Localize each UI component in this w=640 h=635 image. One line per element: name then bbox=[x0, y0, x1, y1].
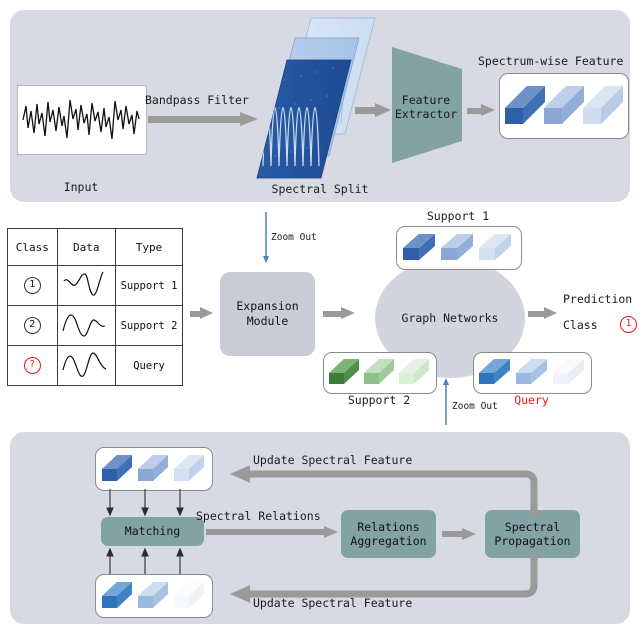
zoom-out-top-label: Zoom Out bbox=[271, 232, 317, 243]
row-type-3: Query bbox=[115, 345, 183, 386]
spectral-propagation-box[interactable]: Spectral Propagation bbox=[485, 510, 580, 558]
waveform-2-icon bbox=[62, 314, 106, 337]
table-header-data: Data bbox=[56, 228, 117, 266]
matching-top-cube-box bbox=[95, 447, 213, 491]
class-data-table: Class Data Type 1 Support 1 2 Support 2 … bbox=[7, 228, 183, 386]
matching-label: Matching bbox=[124, 524, 181, 539]
graph-networks-label: Graph Networks bbox=[401, 311, 499, 325]
update-top-label: Update Spectral Feature bbox=[253, 453, 413, 467]
row-data-1 bbox=[56, 265, 117, 306]
spectral-propagation-label: Spectral Propagation bbox=[494, 519, 571, 548]
row-class-3: ? bbox=[7, 345, 58, 386]
spectral-relations-arrow-icon bbox=[206, 526, 342, 538]
relations-aggregation-box[interactable]: Relations Aggregation bbox=[341, 510, 436, 558]
update-top-arrow-icon bbox=[226, 465, 548, 516]
bandpass-filter-label: Bandpass Filter bbox=[145, 93, 249, 107]
input-waveform-box bbox=[17, 85, 147, 155]
support1-cube-box bbox=[396, 226, 522, 270]
matching-bottom-cube-box bbox=[95, 574, 213, 618]
update-bottom-label: Update Spectral Feature bbox=[253, 596, 413, 610]
support2-cube-box bbox=[323, 352, 437, 394]
table-row: 2 Support 2 bbox=[7, 305, 183, 346]
table-to-expansion-arrow-icon bbox=[190, 307, 220, 320]
spectrum-wise-feature-label: Spectrum-wise Feature bbox=[478, 54, 624, 68]
spectral-split-label: Spectral Split bbox=[271, 182, 369, 196]
row-type-2: Support 2 bbox=[115, 305, 183, 346]
row-class-1: 1 bbox=[7, 265, 58, 306]
table-row: ? Query bbox=[7, 345, 183, 386]
row-class-2: 2 bbox=[7, 305, 58, 346]
support1-label: Support 1 bbox=[426, 209, 490, 223]
table-header-class: Class bbox=[7, 228, 58, 266]
matching-box[interactable]: Matching bbox=[101, 517, 204, 546]
input-label: Input bbox=[63, 180, 99, 194]
bottom-to-matching-arrows-icon bbox=[100, 547, 210, 575]
support2-label: Support 2 bbox=[347, 393, 411, 407]
relations-aggregation-label: Relations Aggregation bbox=[350, 519, 427, 548]
top-to-matching-arrows-icon bbox=[100, 489, 210, 517]
aggregation-to-propagation-arrow-icon bbox=[442, 528, 482, 540]
matching-top-cubes bbox=[102, 455, 204, 481]
graph-to-prediction-arrow-icon bbox=[528, 307, 566, 320]
spectrum-feature-cubes bbox=[505, 86, 623, 124]
prediction-class-value: 1 bbox=[620, 316, 637, 333]
support1-cubes bbox=[403, 234, 511, 260]
input-waveform-icon bbox=[22, 99, 140, 140]
row-type-1: Support 1 bbox=[115, 265, 183, 306]
waveform-3-icon bbox=[62, 352, 107, 377]
zoom-out-bottom-label: Zoom Out bbox=[452, 401, 498, 412]
spectral-split-graphic bbox=[255, 16, 380, 181]
query-cubes bbox=[479, 359, 584, 384]
waveform-1-icon bbox=[63, 271, 104, 296]
prediction-label: Prediction bbox=[563, 292, 633, 306]
table-row: 1 Support 1 bbox=[7, 265, 183, 306]
prediction-class-label: Class bbox=[563, 318, 598, 332]
feature-extractor-label: Feature Extractor bbox=[394, 93, 458, 122]
expansion-to-graph-arrow-icon bbox=[323, 307, 365, 320]
circled-question-icon: ? bbox=[23, 357, 41, 374]
support2-cubes bbox=[329, 359, 429, 384]
matching-bottom-cubes bbox=[102, 582, 204, 608]
table-header-type: Type bbox=[115, 228, 183, 266]
row-data-2 bbox=[56, 305, 117, 346]
expansion-module-label: Expansion Module bbox=[236, 299, 299, 328]
expansion-module-box[interactable]: Expansion Module bbox=[220, 272, 315, 356]
row-data-3 bbox=[56, 345, 117, 386]
spectrum-feature-cube-box bbox=[499, 73, 629, 139]
query-cube-box bbox=[473, 352, 592, 394]
circled-two-icon: 2 bbox=[23, 317, 41, 334]
table-header-row: Class Data Type bbox=[7, 228, 183, 266]
bandpass-arrow-icon bbox=[148, 112, 260, 126]
circled-one-icon: 1 bbox=[23, 277, 41, 294]
